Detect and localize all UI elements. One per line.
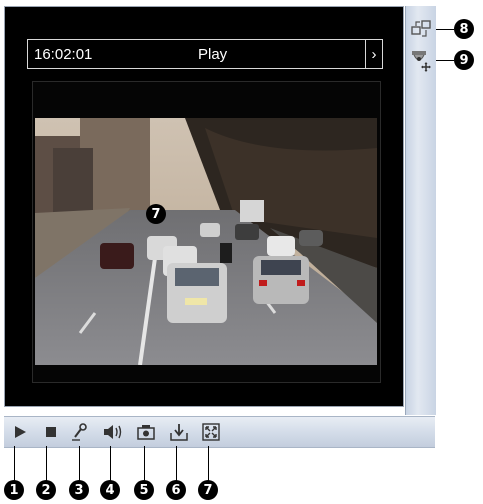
callout-9: 9 — [454, 50, 474, 70]
stop-icon — [46, 427, 56, 437]
callout-4: 4 — [100, 480, 120, 500]
control-toolbar — [4, 416, 435, 448]
fullscreen-button[interactable] — [199, 420, 223, 444]
callout-1: 1 — [4, 480, 24, 500]
save-record-icon — [170, 424, 188, 441]
callout-leader-9 — [436, 60, 454, 61]
video-stream[interactable] — [35, 118, 377, 365]
callout-2: 2 — [36, 480, 56, 500]
status-bar: 16:02:01 Play › — [27, 39, 383, 69]
record-button[interactable] — [167, 420, 191, 444]
snapshot-button[interactable] — [134, 420, 158, 444]
callout-7: 7 — [198, 480, 218, 500]
camera-icon — [137, 425, 155, 440]
callout-leader-5 — [144, 446, 145, 482]
speaker-icon — [104, 425, 122, 439]
callout-leader-4 — [110, 446, 111, 482]
switch-view-icon — [411, 20, 431, 37]
callout-video-7: 7 — [146, 204, 166, 224]
callout-8: 8 — [454, 19, 474, 39]
ptz-control-button[interactable] — [408, 48, 434, 74]
fullscreen-icon — [202, 423, 220, 441]
callout-leader-2 — [46, 446, 47, 482]
status-time: 16:02:01 — [34, 46, 93, 63]
callout-5: 5 — [134, 480, 154, 500]
callout-leader-7 — [208, 446, 209, 482]
street-scene-image — [35, 118, 377, 365]
status-next-arrow[interactable]: › — [365, 40, 382, 68]
ptz-camera-icon — [412, 51, 431, 72]
stop-button[interactable] — [39, 420, 63, 444]
side-panel — [405, 6, 436, 415]
play-icon — [15, 426, 26, 438]
switch-view-button[interactable] — [408, 16, 434, 42]
callout-3: 3 — [69, 480, 89, 500]
callout-leader-6 — [176, 446, 177, 482]
callout-leader-1 — [14, 446, 15, 482]
talk-button[interactable] — [68, 420, 92, 444]
callout-leader-3 — [79, 446, 80, 482]
audio-button[interactable] — [101, 420, 125, 444]
microphone-icon — [72, 423, 87, 441]
callout-6: 6 — [166, 480, 186, 500]
play-button[interactable] — [8, 420, 32, 444]
callout-leader-8 — [436, 29, 454, 30]
status-state: Play — [198, 46, 228, 63]
